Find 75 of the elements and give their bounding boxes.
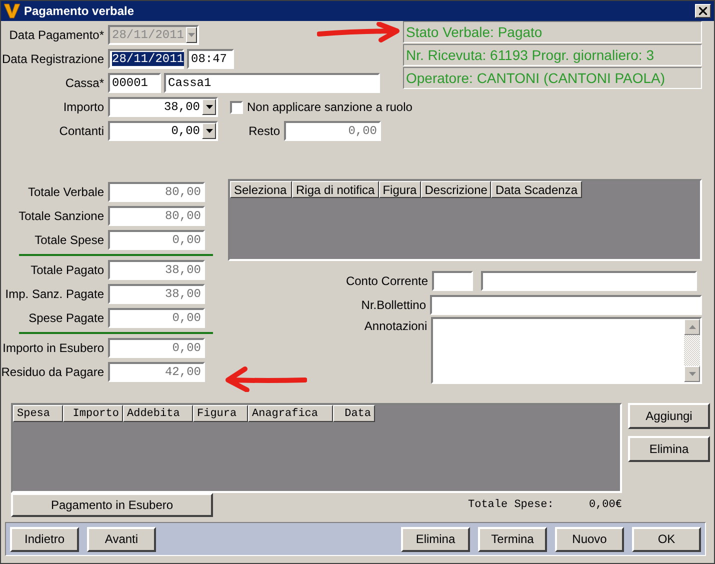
status-text: Nr. Ricevuta: 61193 Progr. giornaliero: 3 [403,44,702,66]
column-header[interactable]: Spesa [13,405,63,422]
column-header[interactable]: Anagrafica [248,405,333,422]
nav-button[interactable]: Avanti [87,526,156,552]
caret-icon [188,33,195,37]
field-label: Residuo da Pagare [1,365,105,379]
bollettino-field[interactable] [430,295,702,315]
code-field[interactable]: 00001 [108,73,161,93]
column-header[interactable]: Data Scadenza [491,181,582,198]
window-title: Pagamento verbale [24,4,136,18]
field-label: Annotazioni [363,318,428,333]
amount-field[interactable]: 38,00 [108,260,205,280]
esubero-button[interactable]: Pagamento in Esubero [11,493,213,517]
close-button[interactable] [695,4,711,18]
amount-dropdown[interactable]: 38,00 [108,97,218,117]
field-label: Conto Corrente [344,274,429,288]
checkbox[interactable] [230,100,243,114]
change-field[interactable]: 0,00 [284,121,381,141]
total-expenses-value: 0,00€ [588,499,622,511]
amount-field[interactable]: 80,00 [108,182,205,202]
down-arrow-icon [688,372,696,376]
field-label: Data Registrazione [1,52,105,66]
field-label: Cassa* [64,76,105,90]
account-field[interactable] [481,271,697,291]
column-header[interactable]: Addebita [123,405,193,422]
notes-textarea[interactable] [431,317,702,384]
scrollbar[interactable] [684,319,700,382]
field-label: Data Pagamento* [8,28,105,42]
field-label: Totale Spese [34,233,105,247]
time-field[interactable]: 08:47 [187,49,234,69]
action-button[interactable]: Nuovo [555,526,624,552]
column-header[interactable]: Importo [63,405,123,422]
date-field[interactable]: 28/11/2011 [108,49,184,69]
amount-field[interactable]: 0,00 [108,230,205,250]
column-header[interactable]: Data [333,405,375,422]
checkbox-label: Non applicare sanzione a ruolo [247,100,412,114]
field-label: Importo [62,100,105,114]
field-label: Resto [248,124,281,138]
side-button[interactable]: Elimina [628,436,710,462]
caret-icon [206,105,212,109]
side-button[interactable]: Aggiungi [628,403,710,429]
amount-field[interactable]: 38,00 [108,284,205,304]
field-label: Totale Sanzione [18,209,105,223]
nav-button[interactable]: Indietro [10,526,79,552]
amount-field[interactable]: 0,00 [108,308,205,328]
column-header[interactable]: Figura [378,181,421,198]
field-label: Nr.Bollettino [360,298,427,312]
amount-field[interactable]: 80,00 [108,206,205,226]
account-code-field[interactable] [432,271,473,291]
action-button[interactable]: Termina [478,526,547,552]
status-text: Operatore: CANTONI (CANTONI PAOLA) [403,67,702,89]
cassa-field[interactable]: Cassa1 [164,73,380,93]
amount-field[interactable]: 42,00 [108,362,205,382]
action-button[interactable]: Elimina [401,526,470,552]
caret-icon [206,129,212,133]
column-header[interactable]: Figura [193,405,248,422]
column-header[interactable]: Descrizione [420,181,492,198]
field-label: Totale Verbale [26,185,105,199]
status-text: Stato Verbale: Pagato [403,21,702,43]
field-label: Importo in Esubero [2,341,105,355]
total-expenses-label: Totale Spese: [468,499,554,511]
column-header[interactable]: Seleziona [230,181,292,198]
notification-grid[interactable]: Seleziona Riga di notifica Figura Descrizione Data Scadenza [228,179,702,261]
field-label: Totale Pagato [30,263,105,277]
field-label: Spese Pagate [28,311,105,325]
expenses-grid[interactable]: Spesa Importo Addebita Figura Anagrafica Data [11,403,622,493]
close-icon [699,7,707,15]
action-button[interactable]: OK [632,526,701,552]
field-label: Imp. Sanz. Pagate [4,287,105,301]
cash-dropdown[interactable]: 0,00 [108,121,218,141]
up-arrow-icon [688,325,696,329]
field-label: Contanti [58,124,105,138]
logo-icon [4,3,20,19]
column-header[interactable]: Riga di notifica [292,181,379,198]
amount-field[interactable]: 0,00 [108,338,205,358]
